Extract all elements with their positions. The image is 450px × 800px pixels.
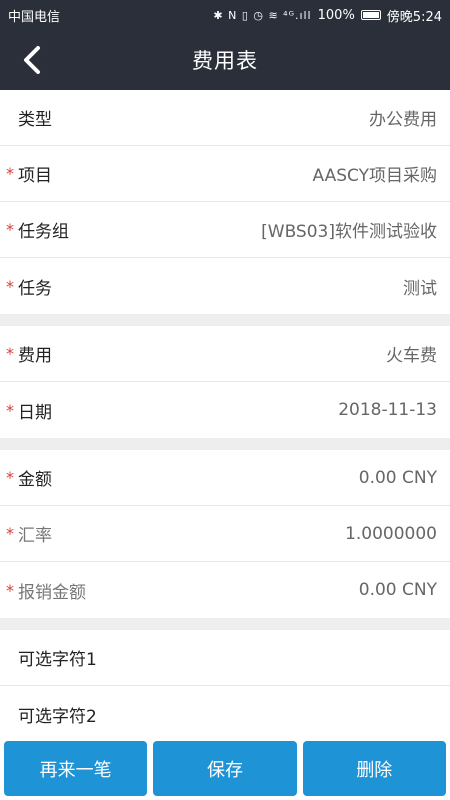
field-label: * 任务组 xyxy=(6,217,69,242)
signal-icons: ✱ N ▯ ◷ ≋ ⁴ᴳ.ıll xyxy=(213,8,312,22)
field-label-text: 报销金额 xyxy=(18,582,86,603)
field-label: * 报销金额 xyxy=(6,578,86,603)
delete-button[interactable]: 删除 xyxy=(302,741,446,796)
required-marker: * xyxy=(6,468,14,487)
field-value: 0.00 CNY xyxy=(358,580,437,600)
status-bar: 中国电信 ✱ N ▯ ◷ ≋ ⁴ᴳ.ıll 100% 傍晚5:24 xyxy=(0,0,450,30)
field-row-optional-char-1[interactable]: 可选字符1 xyxy=(0,630,450,686)
save-button[interactable]: 保存 xyxy=(153,741,297,796)
carrier-label: 中国电信 xyxy=(8,9,61,25)
field-label-text: 汇率 xyxy=(18,526,52,546)
field-label: * 项目 xyxy=(6,161,52,186)
field-row-type[interactable]: 类型 办公费用 xyxy=(0,90,450,146)
required-marker: * xyxy=(6,220,14,239)
field-row-date[interactable]: * 日期 2018-11-13 xyxy=(0,382,450,438)
battery-icon xyxy=(360,10,381,20)
field-label-text: 任务 xyxy=(18,278,52,299)
battery-percent: 100% xyxy=(317,7,355,23)
required-marker: * xyxy=(6,580,14,600)
required-marker: * xyxy=(6,400,14,420)
field-value: 测试 xyxy=(403,278,437,299)
field-value: 2018-11-13 xyxy=(338,400,437,420)
field-value: [WBS03]软件测试验收 xyxy=(261,222,437,242)
field-row-project[interactable]: * 项目 AASCY项目采购 xyxy=(0,146,450,202)
field-label-text: 金额 xyxy=(18,470,52,490)
field-label: 可选字符2 xyxy=(6,702,97,727)
back-button[interactable] xyxy=(14,42,50,78)
field-value: 0.00 CNY xyxy=(358,467,437,488)
required-marker: * xyxy=(6,276,14,296)
field-label: * 金额 xyxy=(6,465,52,490)
field-value: 1.0000000 xyxy=(345,523,437,544)
field-label-text: 任务组 xyxy=(18,222,69,242)
field-label-text: 可选字符2 xyxy=(18,706,97,727)
field-row-task[interactable]: * 任务 测试 xyxy=(0,258,450,314)
field-label-text: 费用 xyxy=(18,346,52,366)
form-group: 类型 办公费用 * 项目 AASCY项目采购 * 任务组 [WBS03]软件测试验收 * 任务 测试 xyxy=(0,90,450,314)
field-row-task-group[interactable]: * 任务组 [WBS03]软件测试验收 xyxy=(0,202,450,258)
clock: 傍晚5:24 xyxy=(386,9,442,25)
field-label-text: 日期 xyxy=(18,402,52,423)
field-value: 火车费 xyxy=(386,346,437,366)
form-group: 可选字符1 可选字符2 xyxy=(0,630,450,742)
page-title: 费用表 xyxy=(192,49,258,73)
expense-form: 类型 办公费用 * 项目 AASCY项目采购 * 任务组 [WBS03]软件测试验收 * 任务 测试… xyxy=(0,90,450,754)
field-label: * 费用 xyxy=(6,341,52,366)
title-bar: 费用表 xyxy=(0,30,450,90)
field-label: 类型 xyxy=(6,105,52,130)
chevron-left-icon xyxy=(24,46,40,74)
field-row-expense[interactable]: * 费用 火车费 xyxy=(0,326,450,382)
required-marker: * xyxy=(6,344,14,363)
required-marker: * xyxy=(6,164,14,183)
field-label-text: 项目 xyxy=(18,166,52,186)
field-row-amount[interactable]: * 金额 0.00 CNY xyxy=(0,450,450,506)
action-bar: 再来一笔 保存 删除 xyxy=(0,738,450,800)
form-group: * 费用 火车费 * 日期 2018-11-13 xyxy=(0,326,450,438)
form-group: * 金额 0.00 CNY * 汇率 1.0000000 * 报销金额 0.00 CNY xyxy=(0,450,450,618)
field-label: * 汇率 xyxy=(6,521,52,546)
field-row-optional-char-2[interactable]: 可选字符2 xyxy=(0,686,450,742)
field-value: AASCY项目采购 xyxy=(312,166,437,186)
field-label: * 日期 xyxy=(6,398,52,423)
field-row-exchange-rate[interactable]: * 汇率 1.0000000 xyxy=(0,506,450,562)
field-row-reimbursement-amount[interactable]: * 报销金额 0.00 CNY xyxy=(0,562,450,618)
required-marker: * xyxy=(6,524,14,543)
field-label: * 任务 xyxy=(6,274,52,299)
add-another-button[interactable]: 再来一笔 xyxy=(4,741,148,796)
field-label-text: 类型 xyxy=(18,110,52,130)
status-indicators: ✱ N ▯ ◷ ≋ ⁴ᴳ.ıll 100% 傍晚5:24 xyxy=(213,6,442,25)
field-label-text: 可选字符1 xyxy=(18,650,97,670)
field-label: 可选字符1 xyxy=(6,645,97,670)
field-value: 办公费用 xyxy=(369,110,437,130)
